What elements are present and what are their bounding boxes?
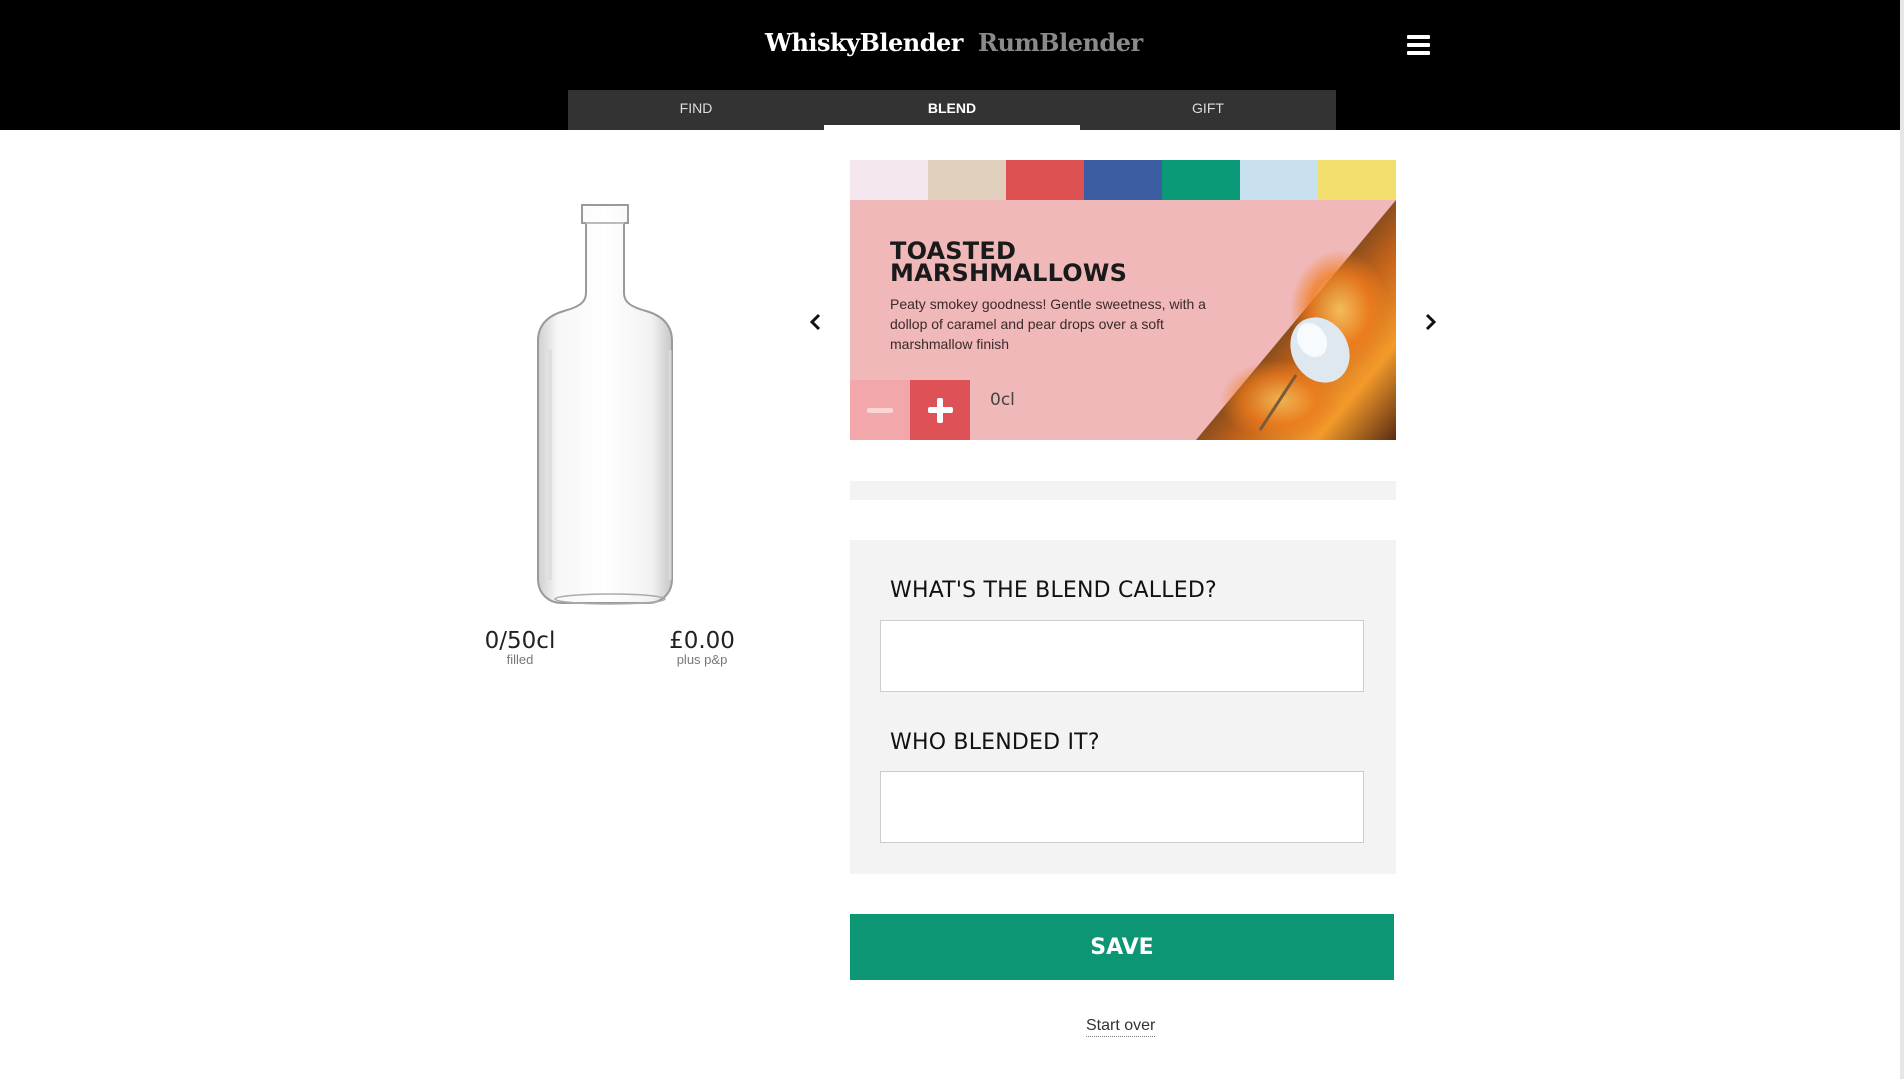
main-tabs: FIND BLEND GIFT [568, 90, 1336, 130]
increase-button[interactable] [910, 380, 970, 440]
flavour-title: TOASTED MARSHMALLOWS [890, 237, 1128, 287]
flavour-swatch[interactable] [928, 160, 1006, 200]
site-header: WhiskyBlender RumBlender FIND BLEND GIFT [0, 0, 1904, 130]
chevron-left-icon[interactable] [808, 312, 824, 332]
blend-name-input[interactable] [880, 620, 1364, 692]
flavour-swatch[interactable] [1162, 160, 1240, 200]
price-stat: £0.00 plus p&p [660, 628, 744, 667]
decrease-button[interactable] [850, 380, 910, 440]
flavour-swatch[interactable] [850, 160, 928, 200]
start-over-link[interactable]: Start over [1086, 1017, 1156, 1037]
price-caption: plus p&p [676, 652, 728, 667]
minus-icon [867, 408, 893, 413]
flavour-swatch[interactable] [1006, 160, 1084, 200]
flavour-description: Peaty smokey goodness! Gentle sweetness,… [890, 296, 1206, 352]
flavour-swatch[interactable] [1240, 160, 1318, 200]
flavour-swatch[interactable] [1084, 160, 1162, 200]
blend-name-label: WHAT'S THE BLEND CALLED? [890, 578, 1217, 603]
fill-level-caption: filled [506, 652, 534, 667]
blend-summary-bar [850, 481, 1396, 500]
tab-gift[interactable]: GIFT [1080, 90, 1336, 130]
save-button[interactable]: SAVE [850, 914, 1394, 980]
blender-name-label: WHO BLENDED IT? [890, 730, 1100, 755]
tab-find[interactable]: FIND [568, 90, 824, 130]
flavour-card: TOASTED MARSHMALLOWS Peaty smokey goodne… [850, 200, 1396, 440]
rum-blender-logo[interactable]: RumBlender [978, 28, 1143, 57]
fill-level-stat: 0/50cl filled [478, 628, 562, 667]
whisky-blender-logo[interactable]: WhiskyBlender [765, 28, 963, 57]
chevron-right-icon[interactable] [1422, 312, 1438, 332]
bottle-image [537, 204, 673, 605]
scrollbar[interactable] [1900, 0, 1904, 1079]
flavour-swatches [850, 160, 1396, 200]
blender-name-input[interactable] [880, 771, 1364, 843]
hamburger-icon[interactable] [1407, 35, 1430, 56]
flavour-swatch[interactable] [1318, 160, 1396, 200]
flavour-amount: 0cl [990, 390, 1015, 410]
price-value: £0.00 [669, 628, 735, 654]
fill-level-value: 0/50cl [484, 628, 556, 654]
tab-blend[interactable]: BLEND [824, 90, 1080, 130]
blend-details-form: WHAT'S THE BLEND CALLED? WHO BLENDED IT? [850, 540, 1396, 874]
